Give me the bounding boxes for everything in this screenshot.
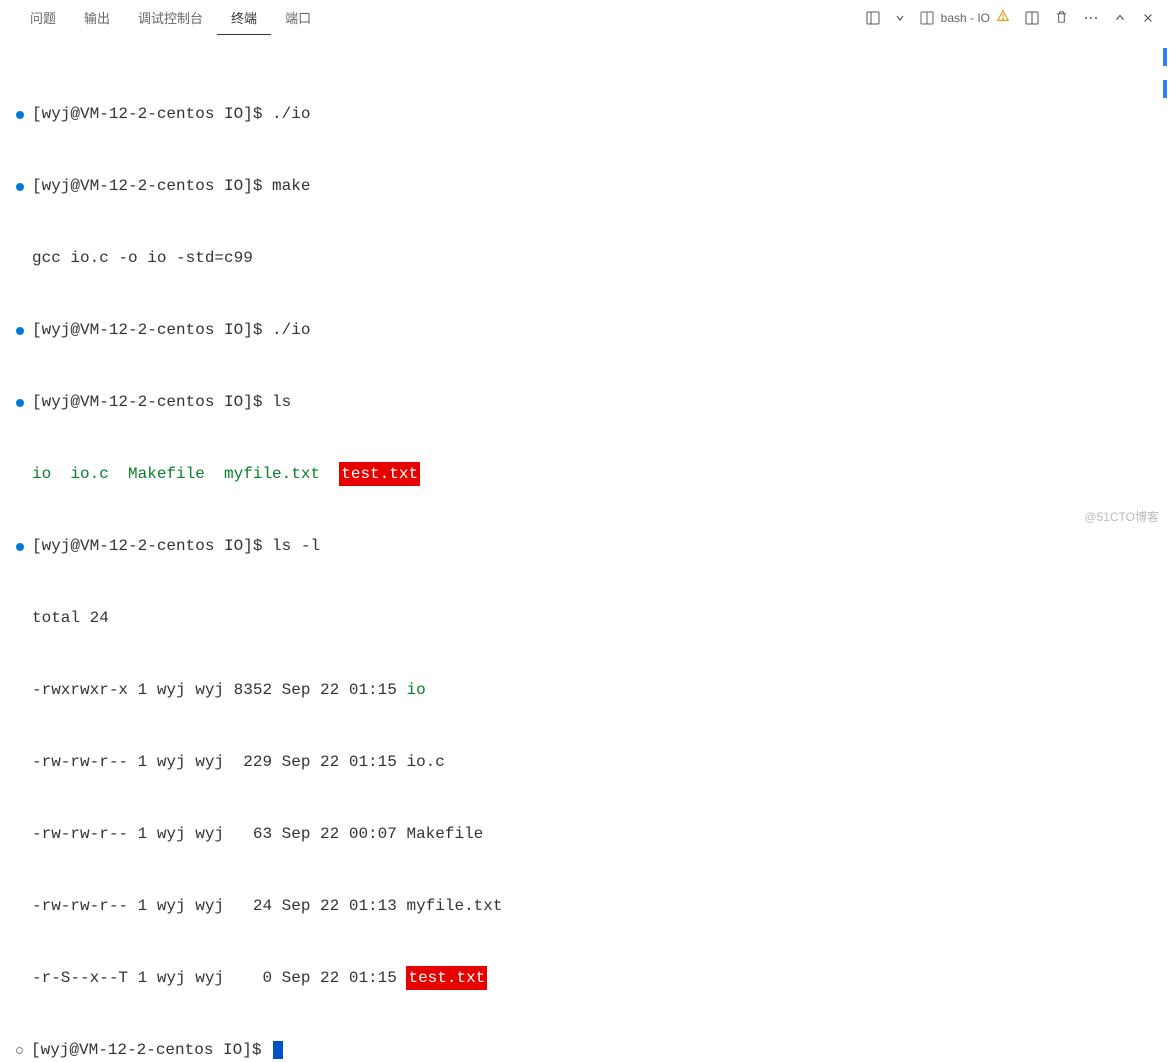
prompt: [wyj@VM-12-2-centos IO]$ (32, 318, 272, 342)
terminal-line: -r-S--x--T 1 wyj wyj 0 Sep 22 01:15 test… (16, 966, 1155, 990)
bullet-icon (16, 543, 24, 551)
cursor (273, 1041, 283, 1059)
terminal-line: [wyj@VM-12-2-centos IO]$ ./io (16, 318, 1155, 342)
cmd: ls (272, 390, 291, 414)
tab-ports[interactable]: 端口 (271, 0, 325, 35)
terminal-line: -rw-rw-r-- 1 wyj wyj 63 Sep 22 00:07 Mak… (16, 822, 1155, 846)
tabs: 问题 输出 调试控制台 终端 端口 (0, 0, 325, 35)
terminal-line: [wyj@VM-12-2-centos IO]$ ls (16, 390, 1155, 414)
cmd: ./io (272, 318, 310, 342)
output-text: gcc io.c -o io -std=c99 (32, 246, 253, 270)
terminal-line: total 24 (16, 606, 1155, 630)
more-icon[interactable] (1083, 10, 1099, 26)
terminal-line: io io.c Makefile myfile.txt test.txt (16, 462, 1155, 486)
terminal-line: [wyj@VM-12-2-centos IO]$ ls -l (16, 534, 1155, 558)
panel-header: 问题 输出 调试控制台 终端 端口 bash - IO (0, 0, 1171, 36)
cmd: make (272, 174, 310, 198)
bullet-icon (16, 111, 24, 119)
prompt: [wyj@VM-12-2-centos IO]$ (31, 1038, 271, 1062)
watermark: @51CTO博客 (1084, 508, 1159, 525)
toolbar: bash - IO (865, 9, 1171, 26)
tab-output[interactable]: 输出 (70, 0, 124, 35)
prompt: [wyj@VM-12-2-centos IO]$ (32, 390, 272, 414)
tab-terminal[interactable]: 终端 (217, 0, 271, 35)
output-text: -rw-rw-r-- 1 wyj wyj 229 Sep 22 01:15 io… (32, 750, 445, 774)
terminal-session-label[interactable]: bash - IO (919, 9, 1010, 26)
chevron-down-icon[interactable] (895, 13, 905, 23)
bullet-icon (16, 399, 24, 407)
terminal-line: -rw-rw-r-- 1 wyj wyj 229 Sep 22 01:15 io… (16, 750, 1155, 774)
prompt: [wyj@VM-12-2-centos IO]$ (32, 534, 272, 558)
minimap-mark (1163, 80, 1167, 98)
executable-name: io (406, 678, 425, 702)
output-text: -rwxrwxr-x 1 wyj wyj 8352 Sep 22 01:15 (32, 678, 406, 702)
highlighted-file: test.txt (406, 966, 487, 990)
terminal-line: [wyj@VM-12-2-centos IO]$ make (16, 174, 1155, 198)
minimap-mark (1163, 48, 1167, 66)
prompt: [wyj@VM-12-2-centos IO]$ (32, 102, 272, 126)
tab-problems[interactable]: 问题 (16, 0, 70, 35)
split-terminal-icon[interactable] (1024, 10, 1040, 26)
output-text: -rw-rw-r-- 1 wyj wyj 24 Sep 22 01:13 myf… (32, 894, 502, 918)
trash-icon[interactable] (1054, 10, 1069, 25)
output-text: total 24 (32, 606, 109, 630)
cmd: ./io (272, 102, 310, 126)
bullet-hollow-icon (16, 1047, 23, 1054)
warning-icon (996, 9, 1010, 26)
terminal-line: [wyj@VM-12-2-centos IO]$ (16, 1038, 1155, 1062)
output-text: -rw-rw-r-- 1 wyj wyj 63 Sep 22 00:07 Mak… (32, 822, 483, 846)
bullet-icon (16, 183, 24, 191)
terminal-line: [wyj@VM-12-2-centos IO]$ ./io (16, 102, 1155, 126)
terminal-output[interactable]: [wyj@VM-12-2-centos IO]$ ./io [wyj@VM-12… (0, 36, 1171, 1062)
terminal-line: -rwxrwxr-x 1 wyj wyj 8352 Sep 22 01:15 i… (16, 678, 1155, 702)
terminal-line: -rw-rw-r-- 1 wyj wyj 24 Sep 22 01:13 myf… (16, 894, 1155, 918)
bullet-icon (16, 327, 24, 335)
minimap (1163, 48, 1167, 98)
tab-debug-console[interactable]: 调试控制台 (124, 0, 217, 35)
prompt: [wyj@VM-12-2-centos IO]$ (32, 174, 272, 198)
chevron-up-icon[interactable] (1113, 11, 1127, 25)
bash-label-text: bash - IO (941, 11, 990, 25)
cmd: ls -l (272, 534, 320, 558)
close-icon[interactable] (1141, 11, 1155, 25)
highlighted-file: test.txt (339, 462, 420, 486)
panel-layout-icon[interactable] (865, 10, 881, 26)
output-text: -r-S--x--T 1 wyj wyj 0 Sep 22 01:15 (32, 966, 406, 990)
output-text: io io.c Makefile myfile.txt (32, 462, 339, 486)
terminal-line: gcc io.c -o io -std=c99 (16, 246, 1155, 270)
